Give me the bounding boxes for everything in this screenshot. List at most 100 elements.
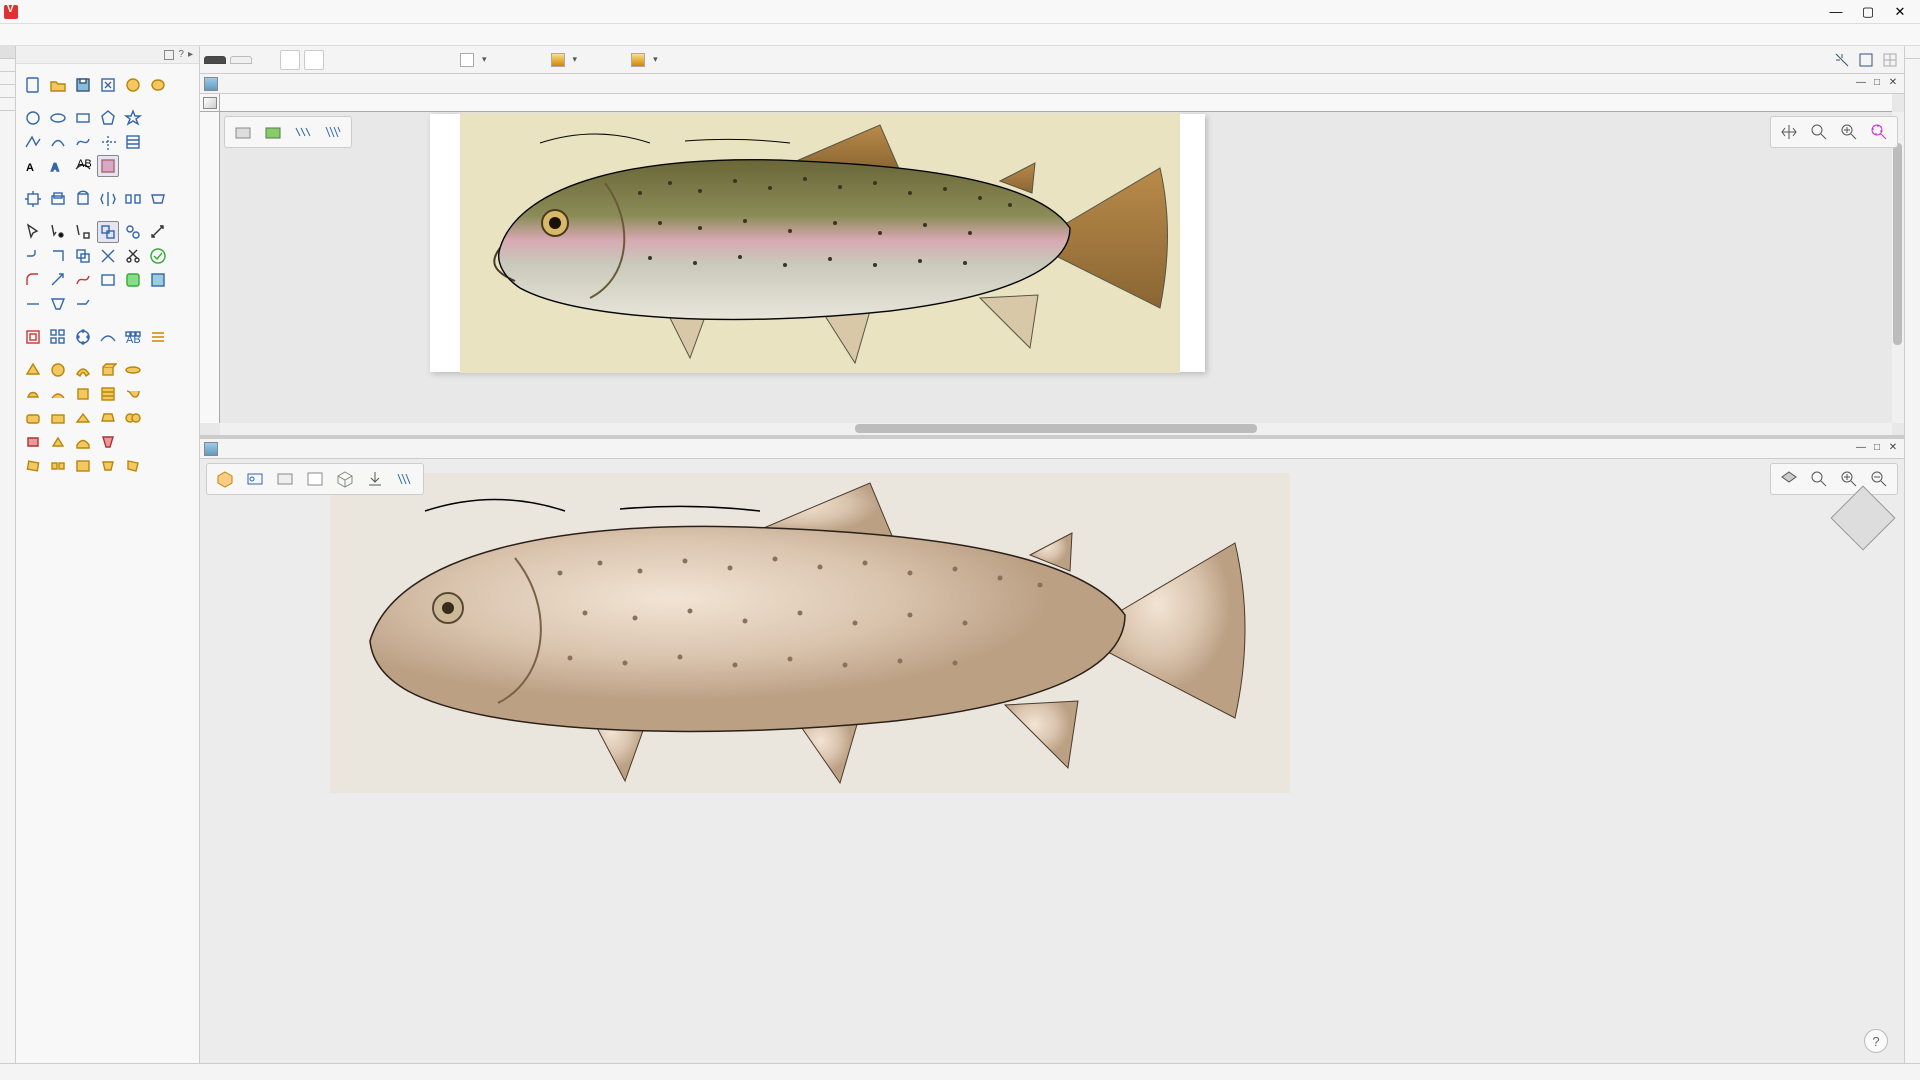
help-button[interactable]: ?: [1864, 1029, 1888, 1053]
extrude-tool[interactable]: [97, 359, 119, 381]
model-e-tool[interactable]: [122, 407, 144, 429]
menu-file[interactable]: [6, 33, 26, 37]
validate-tool[interactable]: [147, 245, 169, 267]
measure-tool[interactable]: [147, 221, 169, 243]
text-tool[interactable]: A: [22, 155, 44, 177]
model-c-tool[interactable]: [72, 407, 94, 429]
new-file-button[interactable]: [22, 74, 44, 96]
panel-pin-icon[interactable]: [164, 50, 174, 60]
pane-2d-close[interactable]: ✕: [1886, 78, 1900, 90]
rectangle-tool[interactable]: [72, 107, 94, 129]
zoom-in-button[interactable]: [1837, 120, 1861, 144]
smooth-tool[interactable]: [47, 383, 69, 405]
extend-tool[interactable]: [47, 269, 69, 291]
node-edit-tool[interactable]: [47, 221, 69, 243]
mirror-tool[interactable]: [97, 188, 119, 210]
close-button[interactable]: ✕: [1884, 1, 1916, 23]
polygon-tool[interactable]: [97, 107, 119, 129]
array-copy-tool[interactable]: [47, 326, 69, 348]
move-tool[interactable]: [22, 188, 44, 210]
menu-model[interactable]: [46, 33, 66, 37]
vector-boundary-tool[interactable]: [97, 269, 119, 291]
join-tool[interactable]: [22, 245, 44, 267]
menu-machine[interactable]: [66, 33, 86, 37]
tile-horizontal-button[interactable]: [280, 50, 300, 70]
snap-toggle-button[interactable]: [1832, 50, 1852, 70]
pane-3d-close[interactable]: ✕: [1886, 443, 1900, 455]
3d-zoom-out-button[interactable]: [1867, 467, 1891, 491]
import-button[interactable]: [97, 74, 119, 96]
emboss-tool[interactable]: [72, 383, 94, 405]
view-cube[interactable]: [1830, 485, 1895, 550]
menu-help[interactable]: [146, 33, 166, 37]
import-3d-button[interactable]: [147, 74, 169, 96]
3d-isometric-button[interactable]: [213, 467, 237, 491]
sphere-tool[interactable]: [47, 359, 69, 381]
shade-toggle-button[interactable]: [231, 120, 255, 144]
side-tab-layers[interactable]: [0, 72, 15, 85]
grid-toggle-button[interactable]: [1880, 50, 1900, 70]
polyline-tool[interactable]: [22, 131, 44, 153]
text-on-curve-tool[interactable]: ABC: [72, 155, 94, 177]
2d-scroll-vertical[interactable]: [1892, 112, 1904, 423]
side-tab-design[interactable]: [0, 46, 15, 59]
zoom-selection-button[interactable]: [1867, 120, 1891, 144]
edit-tool-b[interactable]: [47, 293, 69, 315]
close-vector-tool[interactable]: [47, 245, 69, 267]
fillet-tool[interactable]: [22, 269, 44, 291]
offset-tool[interactable]: [22, 326, 44, 348]
side-tab-toolpaths[interactable]: [1905, 46, 1920, 59]
3d-view-direction-button[interactable]: [1777, 467, 1801, 491]
nest-tool[interactable]: AB: [122, 326, 144, 348]
star-tool[interactable]: [122, 107, 144, 129]
pane-2d-minimize[interactable]: —: [1854, 78, 1868, 90]
ruler-horizontal[interactable]: [220, 94, 1892, 112]
pane-3d-maximize[interactable]: □: [1870, 443, 1884, 455]
import-clipart-button[interactable]: [122, 74, 144, 96]
3d-viewport[interactable]: ?: [200, 459, 1904, 1063]
create-shape-tool[interactable]: [22, 359, 44, 381]
copy-along-vector-tool[interactable]: [97, 326, 119, 348]
trace-bitmap-tool[interactable]: [97, 155, 119, 177]
3d-blank-button[interactable]: [303, 467, 327, 491]
model-n-tool[interactable]: [122, 455, 144, 477]
ruler-origin[interactable]: [200, 94, 220, 112]
toolpath-preview-2d-all-button[interactable]: [321, 120, 345, 144]
color-shade-button[interactable]: [261, 120, 285, 144]
ungroup-tool[interactable]: [122, 221, 144, 243]
menu-edit[interactable]: [26, 33, 46, 37]
3d-zoom-fit-button[interactable]: [1807, 467, 1831, 491]
circle-tool[interactable]: [22, 107, 44, 129]
model-g-tool[interactable]: [47, 431, 69, 453]
minimize-button[interactable]: —: [1820, 1, 1852, 23]
side-tab-clipart[interactable]: [0, 98, 15, 111]
2d-viewport[interactable]: [220, 112, 1892, 423]
model-dropdown[interactable]: ▾: [623, 51, 666, 69]
zoom-fit-button[interactable]: [1807, 120, 1831, 144]
model-f-tool[interactable]: [22, 431, 44, 453]
rotate-tool[interactable]: [72, 188, 94, 210]
open-file-button[interactable]: [47, 74, 69, 96]
sheet-dropdown[interactable]: ▾: [452, 51, 495, 69]
3d-toolpath-lines-button[interactable]: [393, 467, 417, 491]
maximize-button[interactable]: ▢: [1852, 1, 1884, 23]
shape-dropdown[interactable]: ▾: [543, 51, 586, 69]
menu-gadgets[interactable]: [126, 33, 146, 37]
pan-button[interactable]: [1777, 120, 1801, 144]
sculpt-tool[interactable]: [22, 383, 44, 405]
panel-help-icon[interactable]: ?: [178, 49, 184, 60]
edit-tool-a[interactable]: [22, 293, 44, 315]
model-i-tool[interactable]: [97, 431, 119, 453]
model-a-tool[interactable]: [22, 407, 44, 429]
texture-area-tool[interactable]: [97, 383, 119, 405]
model-m-tool[interactable]: [97, 455, 119, 477]
pane-3d-minimize[interactable]: —: [1854, 443, 1868, 455]
side-tab-components[interactable]: [0, 85, 15, 98]
ortho-toggle-button[interactable]: [1856, 50, 1876, 70]
3d-material-button[interactable]: [273, 467, 297, 491]
align-tool[interactable]: [122, 188, 144, 210]
two-rail-sweep-tool[interactable]: [72, 359, 94, 381]
spiral-tool[interactable]: [97, 131, 119, 153]
pane-2d-maximize[interactable]: □: [1870, 78, 1884, 90]
tab-3d-view[interactable]: [230, 56, 252, 64]
